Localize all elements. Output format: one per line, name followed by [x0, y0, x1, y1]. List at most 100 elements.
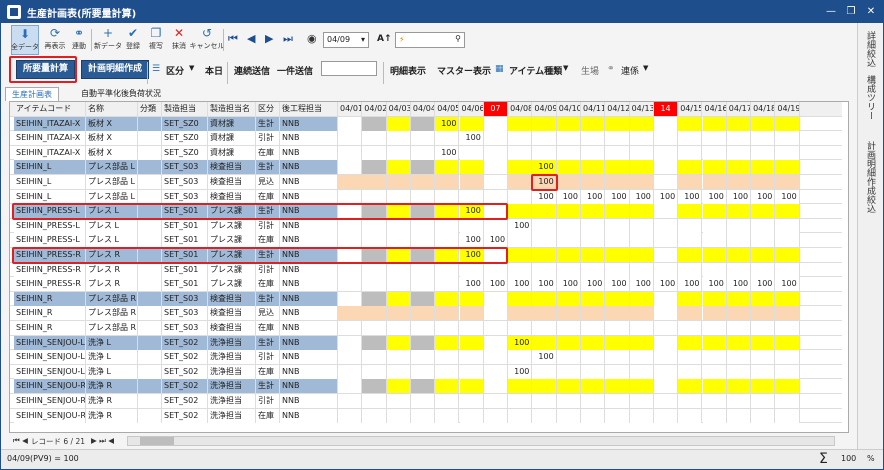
record-nav-next-icon[interactable]: ▶ ⏭ ◀ [91, 436, 114, 446]
date-header[interactable]: 04/02 [362, 102, 387, 116]
day-cell[interactable] [702, 350, 727, 365]
font-size-icon[interactable]: A↑ [377, 34, 392, 44]
table-cell[interactable]: 引計 [256, 218, 280, 233]
table-cell[interactable]: NNB [280, 321, 338, 335]
day-cell[interactable]: 100 [775, 277, 800, 292]
day-cell[interactable]: 100 [459, 277, 484, 292]
day-cell[interactable] [508, 204, 533, 219]
table-cell[interactable]: NNB [280, 145, 338, 160]
table-cell[interactable]: 洗浄担当 [208, 394, 256, 408]
table-cell[interactable] [138, 379, 162, 394]
day-cell[interactable] [653, 218, 679, 233]
day-cell[interactable] [775, 321, 800, 335]
table-cell[interactable]: 引計 [256, 262, 280, 277]
table-cell[interactable]: 在庫 [256, 408, 280, 423]
day-cell[interactable] [581, 364, 606, 379]
day-cell[interactable] [605, 291, 630, 306]
day-cell[interactable] [459, 364, 484, 379]
table-cell[interactable] [138, 189, 162, 204]
table-cell[interactable]: SET_S03 [162, 189, 208, 204]
day-cell[interactable] [629, 131, 654, 146]
day-cell[interactable] [410, 394, 436, 408]
day-cell[interactable] [653, 394, 679, 408]
day-cell[interactable] [556, 291, 581, 306]
table-cell[interactable]: NNB [280, 335, 338, 350]
day-cell[interactable] [629, 248, 654, 262]
day-cell[interactable] [581, 408, 606, 423]
day-cell[interactable] [459, 175, 484, 189]
table-cell[interactable]: SEIHIN_SENJOU-R [14, 379, 86, 394]
day-cell[interactable] [435, 379, 460, 394]
table-cell[interactable]: プレス部品 L [86, 160, 138, 175]
day-cell[interactable] [653, 131, 679, 146]
day-cell[interactable] [775, 204, 800, 219]
table-cell[interactable]: 在庫 [256, 145, 280, 160]
tab-load-status[interactable]: 自動平準化後負荷状況 [75, 87, 167, 101]
day-cell[interactable] [532, 408, 557, 423]
day-cell[interactable] [581, 306, 606, 321]
day-cell[interactable]: 100 [605, 277, 630, 292]
day-cell[interactable] [678, 306, 703, 321]
day-cell[interactable] [605, 175, 630, 189]
date-header[interactable]: 04/10 [556, 102, 581, 116]
day-cell[interactable] [483, 291, 509, 306]
day-cell[interactable] [362, 335, 387, 350]
day-cell[interactable] [751, 306, 776, 321]
day-cell[interactable] [338, 145, 363, 160]
table-cell[interactable]: 在庫 [256, 189, 280, 204]
table-cell[interactable]: SET_S02 [162, 335, 208, 350]
day-cell[interactable] [775, 364, 800, 379]
day-cell[interactable]: 100 [751, 277, 776, 292]
day-cell[interactable] [459, 335, 484, 350]
table-cell[interactable]: 検査担当 [208, 189, 256, 204]
day-cell[interactable] [362, 350, 387, 365]
day-cell[interactable] [532, 218, 557, 233]
table-cell[interactable]: 在庫 [256, 233, 280, 248]
day-cell[interactable] [653, 262, 679, 277]
day-cell[interactable] [605, 379, 630, 394]
table-row[interactable]: SEIHIN_ITAZAI-X 板材 X SET_SZ0 資材課 引計 NNB 100 [10, 131, 842, 146]
day-cell[interactable] [410, 145, 436, 160]
day-cell[interactable]: 100 [678, 189, 703, 204]
table-cell[interactable]: 生計 [256, 291, 280, 306]
day-cell[interactable] [653, 204, 679, 219]
day-cell[interactable] [751, 248, 776, 262]
day-cell[interactable] [362, 160, 387, 175]
day-cell[interactable] [775, 233, 800, 248]
day-cell[interactable] [653, 335, 679, 350]
day-cell[interactable] [338, 233, 363, 248]
column-header[interactable]: 分類 [138, 102, 162, 116]
day-cell[interactable]: 100 [653, 189, 679, 204]
day-cell[interactable] [362, 116, 387, 131]
day-cell[interactable] [751, 321, 776, 335]
day-cell[interactable] [775, 379, 800, 394]
day-cell[interactable] [629, 175, 654, 189]
day-cell[interactable] [362, 321, 387, 335]
table-cell[interactable]: プレス部品 R [86, 321, 138, 335]
table-row[interactable]: SEIHIN_R プレス部品 R SET_S03 検査担当 在庫 NNB [10, 321, 842, 336]
date-header[interactable]: 04/05 [435, 102, 460, 116]
day-cell[interactable]: 100 [556, 189, 581, 204]
table-cell[interactable] [138, 116, 162, 131]
day-cell[interactable] [702, 116, 727, 131]
day-cell[interactable] [483, 379, 509, 394]
day-cell[interactable]: 100 [532, 189, 557, 204]
table-cell[interactable]: NNB [280, 262, 338, 277]
table-cell[interactable]: SET_S02 [162, 408, 208, 423]
day-cell[interactable] [726, 408, 752, 423]
table-cell[interactable]: プレス R [86, 277, 138, 292]
table-cell[interactable]: SET_S02 [162, 379, 208, 394]
day-cell[interactable] [386, 335, 411, 350]
day-cell[interactable] [605, 218, 630, 233]
day-cell[interactable] [678, 160, 703, 175]
date-header[interactable]: 04/08 [508, 102, 533, 116]
day-cell[interactable] [410, 291, 436, 306]
day-cell[interactable] [362, 218, 387, 233]
table-cell[interactable]: 洗浄 R [86, 408, 138, 423]
day-cell[interactable] [653, 379, 679, 394]
table-cell[interactable]: SEIHIN_PRESS-L [14, 218, 86, 233]
day-cell[interactable] [726, 218, 752, 233]
day-cell[interactable]: 100 [726, 189, 752, 204]
day-cell[interactable]: 100 [508, 335, 533, 350]
day-cell[interactable] [483, 189, 509, 204]
